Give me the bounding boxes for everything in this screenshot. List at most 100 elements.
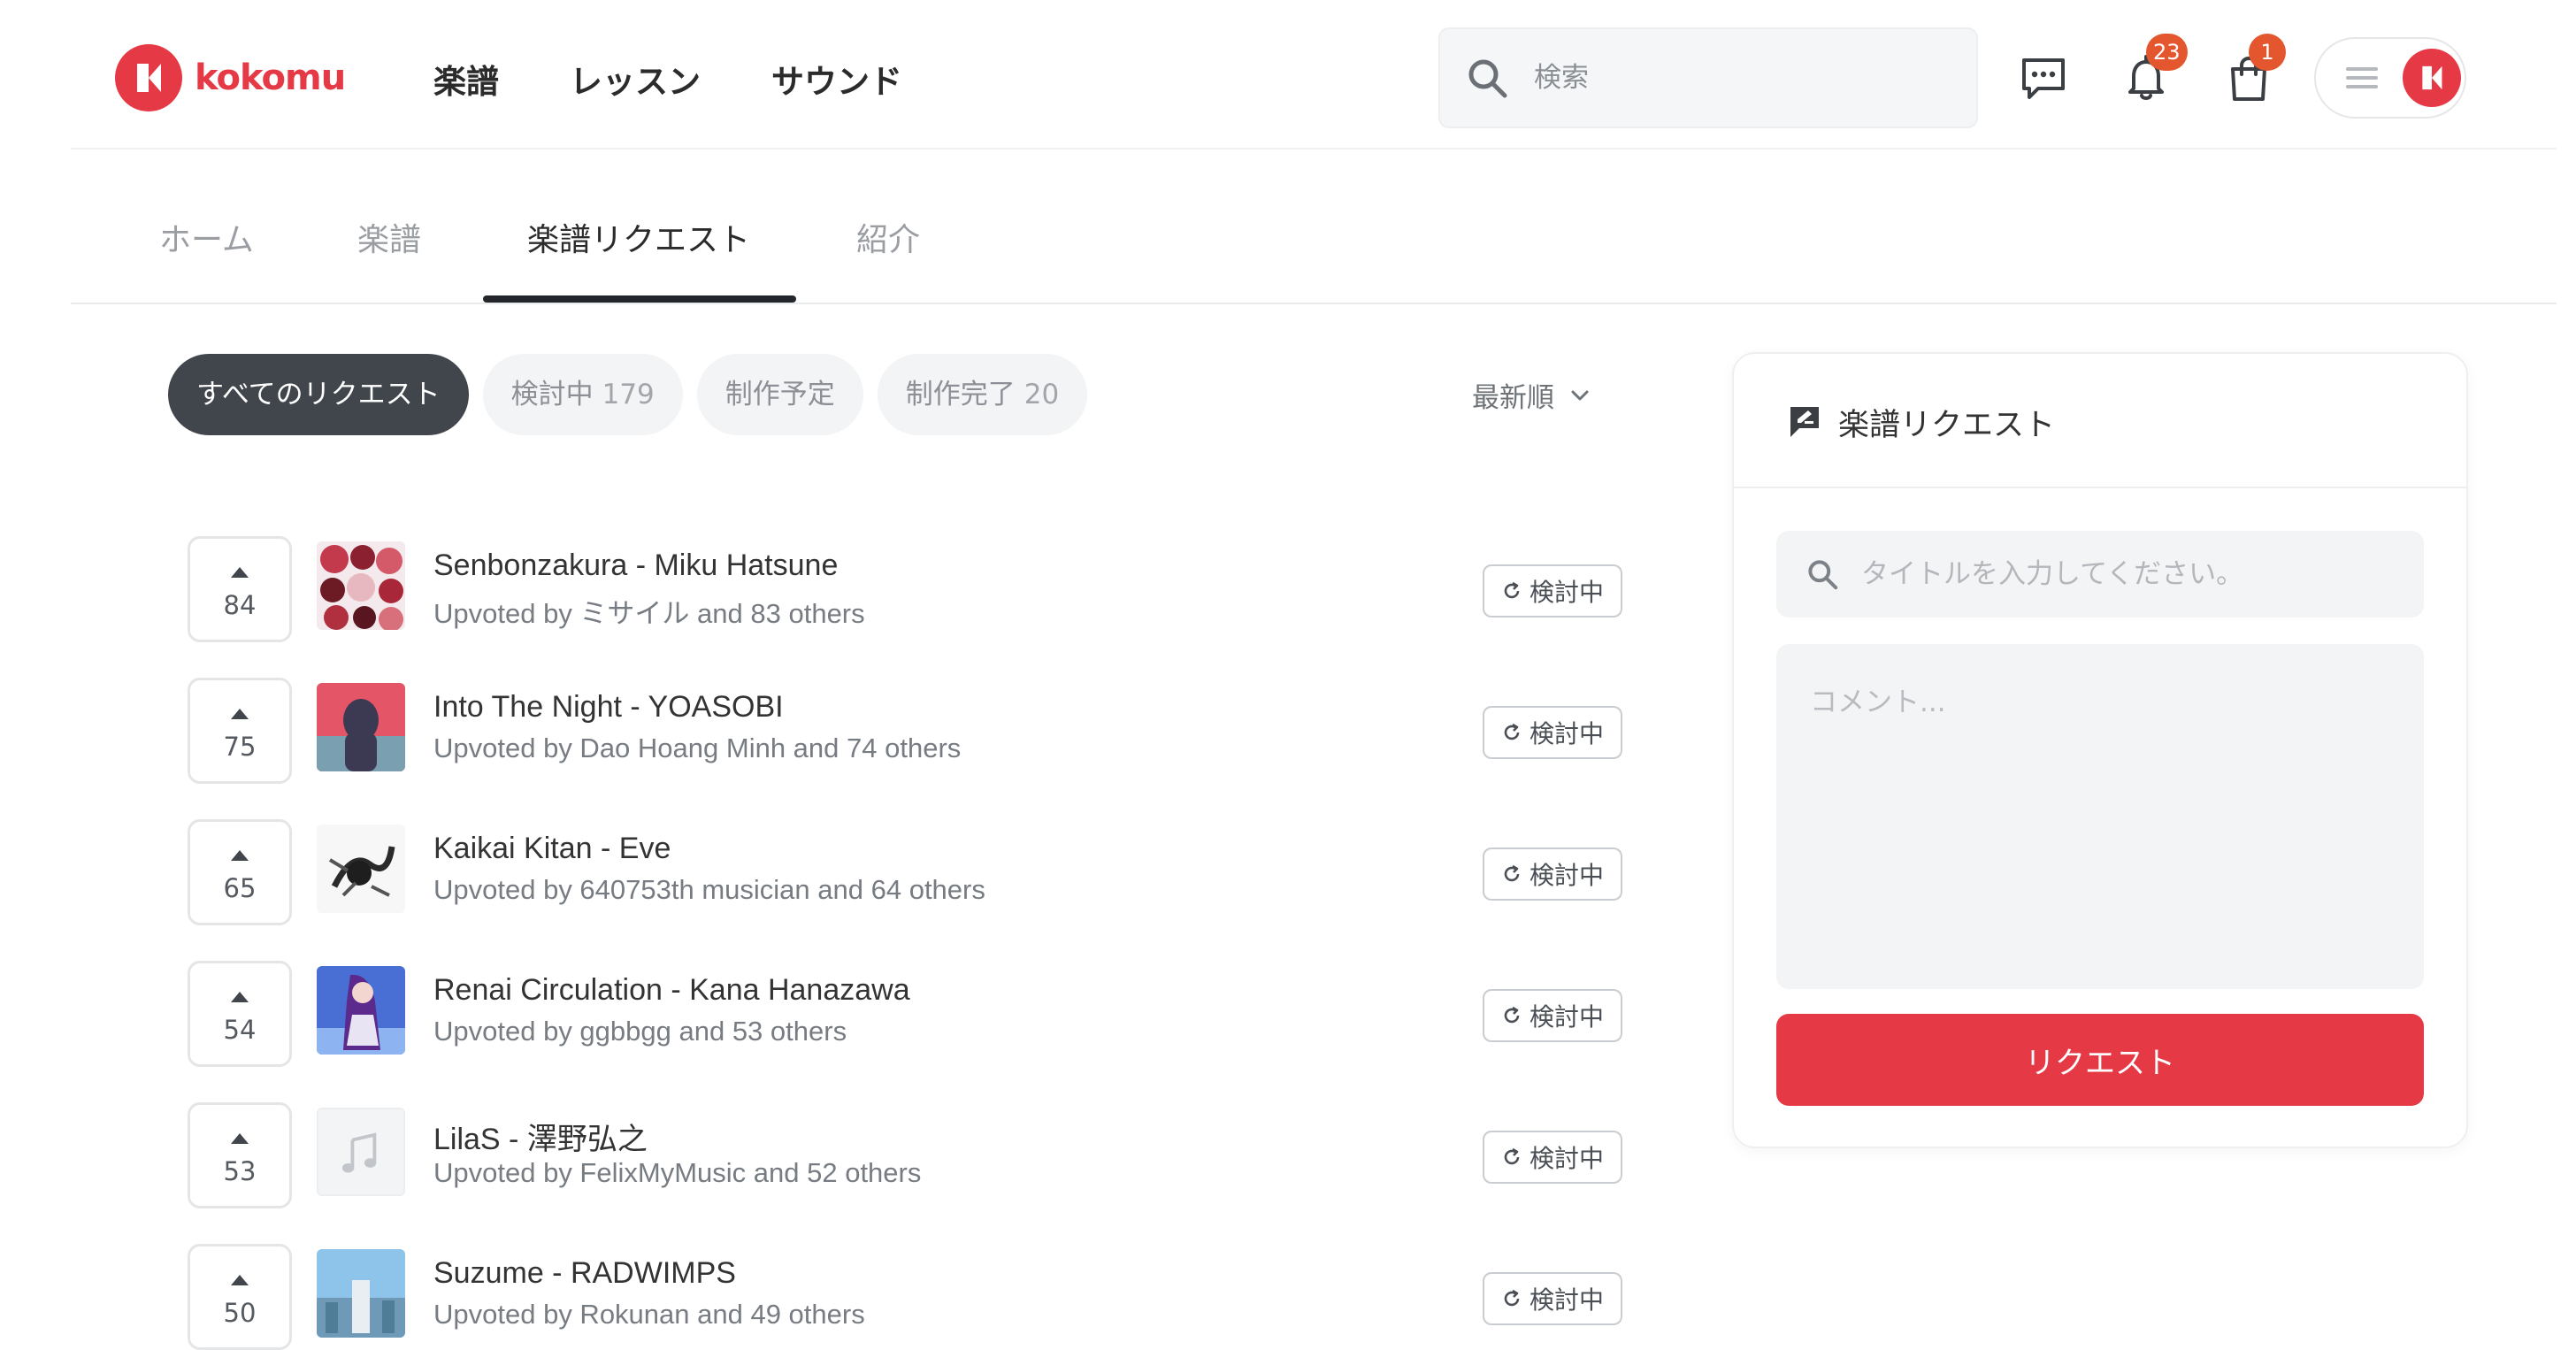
- upvote-arrow-icon: [231, 709, 249, 719]
- upvote-button[interactable]: 65: [188, 819, 292, 925]
- title-input[interactable]: [1859, 557, 2408, 591]
- status-label: 検討中: [1529, 578, 1604, 607]
- upvote-button[interactable]: 84: [188, 536, 292, 642]
- upvote-button[interactable]: 54: [188, 961, 292, 1067]
- sort-dropdown[interactable]: 最新順: [1472, 375, 1590, 415]
- upvote-button[interactable]: 53: [188, 1102, 292, 1208]
- song-title[interactable]: LilaS - 澤野弘之: [433, 1115, 648, 1158]
- filter-under-review[interactable]: 検討中 179: [482, 354, 683, 435]
- section-tabs: ホーム 楽譜 楽譜リクエスト 紹介: [0, 150, 2576, 304]
- refresh-icon: [1504, 581, 1520, 599]
- song-thumbnail[interactable]: [317, 541, 405, 630]
- header-divider: [71, 148, 2557, 150]
- tabs-divider: [71, 303, 2557, 304]
- list-item: 50 Suzume - RADWIMPS Upvoted by Rokunan …: [188, 1244, 1629, 1350]
- filter-all-requests[interactable]: すべてのリクエスト: [168, 354, 469, 435]
- song-thumbnail[interactable]: [317, 1108, 405, 1196]
- status-badge: 検討中: [1483, 564, 1622, 617]
- refresh-icon: [1504, 1006, 1520, 1024]
- status-badge: 検討中: [1483, 1131, 1622, 1184]
- list-item: 65 Kaikai Kitan - Eve Upvoted by 640753t…: [188, 819, 1629, 925]
- chat-icon: [2022, 58, 2065, 99]
- list-item: 54 Renai Circulation - Kana Hanazawa Upv…: [188, 961, 1629, 1067]
- cart-button[interactable]: 1: [2222, 34, 2286, 104]
- nav-lessons[interactable]: レッスン: [570, 55, 701, 103]
- song-title[interactable]: Renai Circulation - Kana Hanazawa: [433, 973, 910, 1008]
- brand-logo[interactable]: kokomu: [115, 44, 346, 111]
- filter-label: 検討中: [510, 379, 594, 410]
- panel-title: 楽譜リクエスト: [1838, 408, 2056, 443]
- user-menu-button[interactable]: [2314, 37, 2466, 119]
- refresh-icon: [1504, 1289, 1520, 1307]
- filter-completed[interactable]: 制作完了 20: [877, 354, 1088, 435]
- main-nav: 楽譜 レッスン サウンド: [433, 55, 973, 103]
- vote-count: 75: [223, 732, 257, 762]
- tab-sheet-music[interactable]: 楽譜: [357, 214, 421, 260]
- upvoted-by-text: Upvoted by Rokunan and 49 others: [433, 1299, 865, 1330]
- chevron-down-icon: [1571, 390, 1589, 400]
- list-item: 84 Senbonzakura - Miku Hatsune Upvoted b…: [188, 536, 1629, 642]
- status-badge: 検討中: [1483, 848, 1622, 901]
- upvote-arrow-icon: [231, 992, 249, 1002]
- messages-button[interactable]: [2017, 51, 2070, 104]
- status-label: 検討中: [1529, 1285, 1604, 1315]
- song-title[interactable]: Suzume - RADWIMPS: [433, 1256, 736, 1291]
- upvoted-by-text: Upvoted by FelixMyMusic and 52 others: [433, 1157, 922, 1188]
- cart-count-badge: 1: [2249, 34, 2286, 71]
- song-title[interactable]: Into The Night - YOASOBI: [433, 690, 784, 725]
- upvote-button[interactable]: 75: [188, 678, 292, 784]
- status-label: 検討中: [1529, 719, 1604, 748]
- upvote-button[interactable]: 50: [188, 1244, 292, 1350]
- vote-count: 50: [223, 1298, 257, 1328]
- search-icon: [1468, 59, 1507, 98]
- upvote-arrow-icon: [231, 850, 249, 861]
- active-tab-indicator: [483, 295, 796, 303]
- song-thumbnail[interactable]: [317, 1249, 405, 1338]
- vote-count: 65: [223, 873, 257, 903]
- vote-count: 53: [223, 1156, 257, 1186]
- avatar: [2403, 49, 2461, 107]
- refresh-icon: [1504, 864, 1520, 882]
- global-search: [1438, 27, 1978, 128]
- submit-request-button[interactable]: リクエスト: [1776, 1014, 2424, 1106]
- request-filters: すべてのリクエスト 検討中 179 制作予定 制作完了 20: [168, 354, 1101, 435]
- song-thumbnail[interactable]: [317, 683, 405, 771]
- edit-request-icon: [1790, 407, 1819, 437]
- nav-sound[interactable]: サウンド: [771, 55, 902, 103]
- menu-icon: [2346, 62, 2378, 94]
- filter-count: 179: [602, 379, 655, 410]
- upvoted-by-text: Upvoted by Dao Hoang Minh and 74 others: [433, 733, 962, 763]
- sheet-request-panel: 楽譜リクエスト リクエスト: [1732, 352, 2468, 1148]
- filter-label: 制作予定: [724, 379, 835, 410]
- upvote-arrow-icon: [231, 1275, 249, 1285]
- upvote-arrow-icon: [231, 1133, 249, 1144]
- song-title[interactable]: Senbonzakura - Miku Hatsune: [433, 548, 838, 583]
- vote-count: 84: [223, 590, 257, 620]
- song-thumbnail[interactable]: [317, 825, 405, 913]
- kokomu-logo-icon: [115, 44, 182, 111]
- search-icon: [1808, 560, 1838, 590]
- upvote-arrow-icon: [231, 567, 249, 578]
- tab-sheet-requests[interactable]: 楽譜リクエスト: [527, 214, 750, 260]
- comment-textarea[interactable]: [1776, 644, 2424, 989]
- nav-sheet-music[interactable]: 楽譜: [433, 55, 499, 103]
- tab-home[interactable]: ホーム: [159, 214, 254, 260]
- status-badge: 検討中: [1483, 706, 1622, 759]
- status-badge: 検討中: [1483, 1272, 1622, 1325]
- tab-introduction[interactable]: 紹介: [856, 214, 920, 260]
- song-title[interactable]: Kaikai Kitan - Eve: [433, 832, 671, 866]
- filter-count: 20: [1024, 379, 1060, 410]
- filter-label: 制作完了: [905, 379, 1016, 410]
- search-input[interactable]: [1532, 61, 1957, 95]
- status-badge: 検討中: [1483, 989, 1622, 1042]
- vote-count: 54: [223, 1015, 257, 1045]
- song-thumbnail[interactable]: [317, 966, 405, 1055]
- sort-label: 最新順: [1472, 382, 1554, 414]
- notifications-button[interactable]: 23: [2120, 34, 2188, 104]
- top-header: kokomu 楽譜 レッスン サウンド 23: [0, 0, 2576, 150]
- kokomu-avatar-icon: [2422, 65, 2442, 90]
- filter-planned[interactable]: 制作予定: [696, 354, 863, 435]
- upvoted-by-text: Upvoted by ggbbgg and 53 others: [433, 1016, 847, 1047]
- brand-name: kokomu: [195, 58, 346, 98]
- status-label: 検討中: [1529, 861, 1604, 890]
